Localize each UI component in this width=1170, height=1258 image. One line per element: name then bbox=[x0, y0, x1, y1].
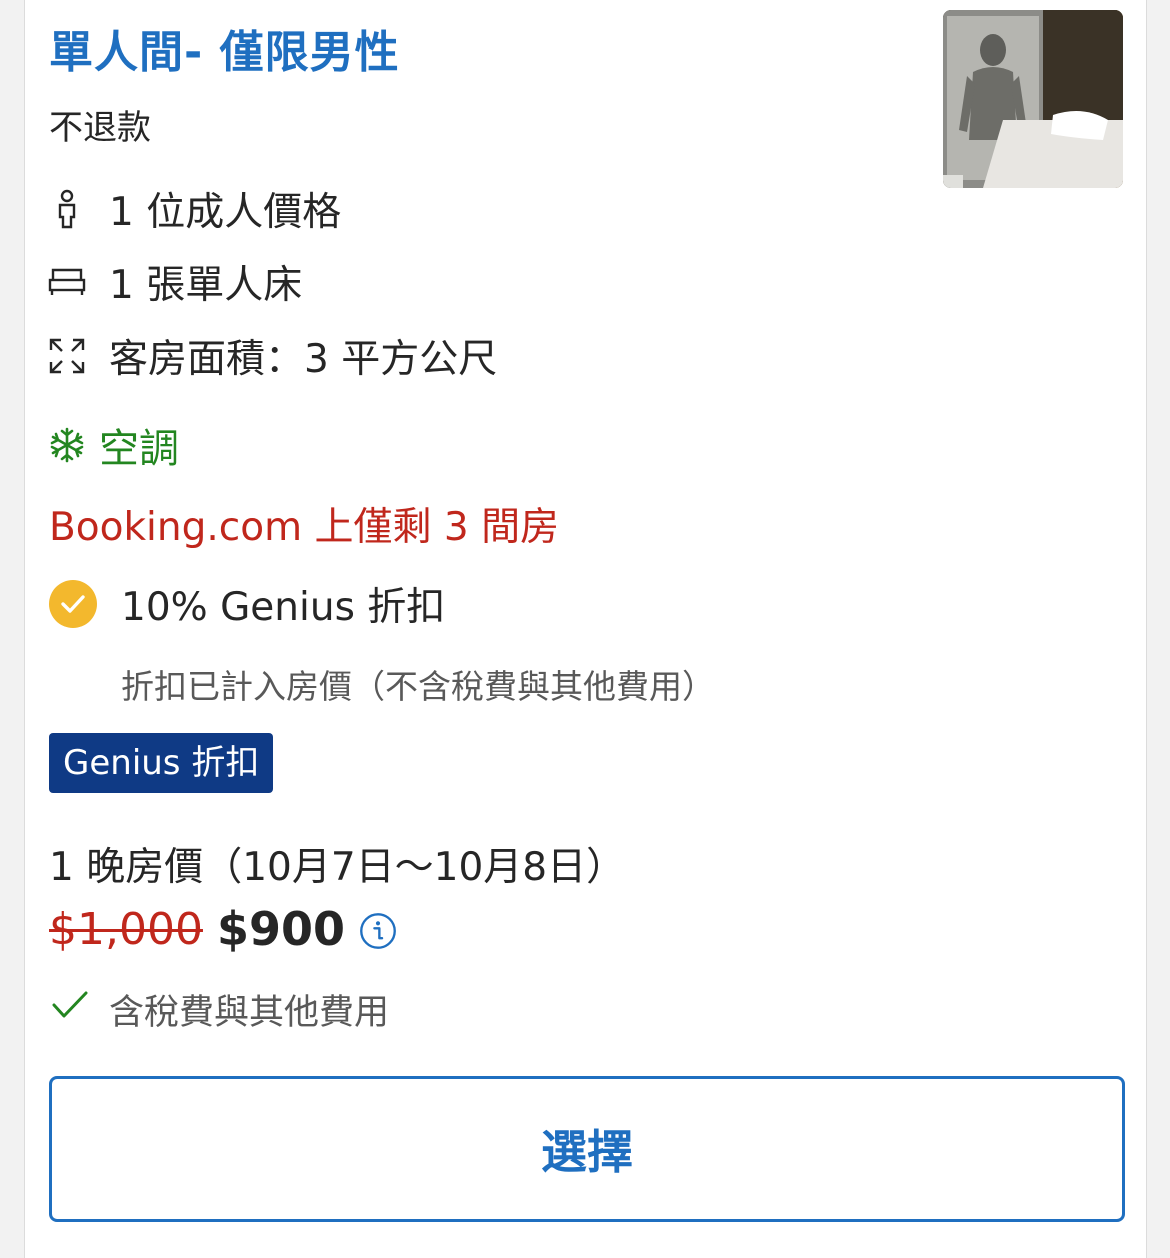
checkmark-icon bbox=[51, 990, 91, 1030]
amenity-text: 空調 bbox=[99, 426, 179, 472]
tax-row: 含稅費與其他費用 bbox=[51, 984, 389, 1035]
original-price: $1,000 bbox=[49, 903, 203, 955]
room-card: 單人間- 僅限男性 不退款 1 位成人價格 1 張單人床 客房面積：3 平方公尺… bbox=[24, 0, 1147, 1258]
room-photo[interactable] bbox=[943, 10, 1123, 188]
availability-notice: Booking.com 上僅剩 3 間房 bbox=[49, 505, 560, 550]
genius-discount-text: 10% Genius 折扣 bbox=[121, 585, 446, 630]
amenity-row: 空調 bbox=[49, 416, 179, 474]
snowflake-icon bbox=[49, 427, 85, 463]
size-row: 客房面積：3 平方公尺 bbox=[47, 328, 497, 384]
expand-arrows-icon bbox=[47, 336, 87, 376]
person-icon bbox=[47, 189, 87, 229]
nights-label: 1 晚房價（10月7日～10月8日） bbox=[49, 845, 626, 890]
genius-discount-row: 10% Genius 折扣 bbox=[49, 576, 445, 632]
occupancy-text: 1 位成人價格 bbox=[109, 190, 342, 235]
bed-row: 1 張單人床 bbox=[47, 254, 302, 310]
info-icon[interactable] bbox=[359, 910, 397, 949]
genius-note: 折扣已計入房價（不含稅費與其他費用） bbox=[121, 667, 715, 706]
price-row: $1,000 $900 bbox=[49, 902, 397, 956]
genius-badge: Genius 折扣 bbox=[49, 733, 274, 793]
room-title[interactable]: 單人間- 僅限男性 bbox=[49, 16, 400, 80]
size-text: 客房面積：3 平方公尺 bbox=[109, 337, 498, 382]
bed-icon bbox=[47, 262, 87, 302]
bed-text: 1 張單人床 bbox=[109, 263, 303, 308]
check-circle-icon bbox=[49, 580, 97, 628]
occupancy-row: 1 位成人價格 bbox=[47, 181, 341, 237]
select-button[interactable]: 選擇 bbox=[49, 1076, 1125, 1222]
tax-note: 含稅費與其他費用 bbox=[109, 993, 390, 1033]
refund-policy: 不退款 bbox=[49, 108, 151, 148]
discounted-price: $900 bbox=[216, 902, 345, 956]
